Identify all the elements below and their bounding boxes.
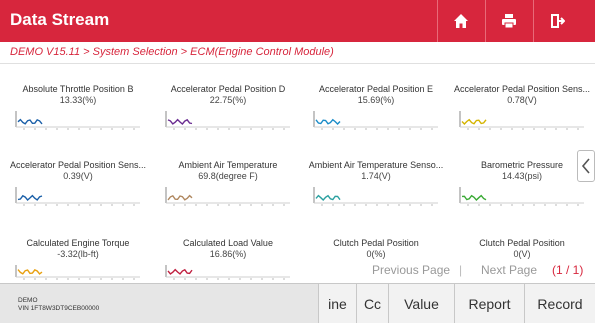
compare-button[interactable]: Cc — [356, 284, 388, 323]
tile-name: Ambient Air Temperature — [178, 160, 278, 170]
graph-trace — [315, 194, 341, 202]
sparkline-graph — [165, 265, 290, 280]
tile-value: 69.8(degree F) — [198, 171, 258, 181]
breadcrumb: DEMO V15.11 > System Selection > ECM(Eng… — [0, 42, 595, 64]
sparkline-graph — [15, 187, 140, 206]
bottom-toolbar: DEMO VIN 1FT8W3DT9CEB00000 ine Cc Value … — [0, 283, 595, 323]
tile-name: Barometric Pressure — [480, 160, 564, 170]
vehicle-make: DEMO — [18, 297, 38, 304]
data-tile[interactable]: Barometric Pressure 14.43(psi) — [452, 160, 592, 230]
chevron-left-icon — [581, 158, 590, 174]
combine-button[interactable]: ine — [318, 284, 356, 323]
data-tile[interactable]: Accelerator Pedal Position Sens... 0.39(… — [8, 160, 148, 230]
tile-value: 13.33(%) — [59, 95, 97, 105]
sparkline-graph — [313, 111, 438, 130]
sparkline-graph — [15, 265, 140, 280]
exit-button[interactable] — [533, 0, 579, 42]
tile-value: 0.78(V) — [507, 95, 537, 105]
data-tile[interactable]: Absolute Throttle Position B 13.33(%) — [8, 84, 148, 154]
tile-name: Calculated Load Value — [183, 238, 273, 248]
data-tile[interactable]: Accelerator Pedal Position E 15.69(%) — [306, 84, 446, 154]
next-page-button[interactable]: Next Page — [481, 263, 537, 277]
tile-name: Absolute Throttle Position B — [22, 84, 134, 94]
home-icon — [453, 14, 468, 28]
scroll-left-button[interactable] — [577, 150, 595, 182]
vehicle-info: DEMO VIN 1FT8W3DT9CEB00000 — [18, 297, 99, 313]
tile-name: Clutch Pedal Position — [333, 238, 419, 248]
graph-trace — [315, 118, 341, 126]
record-button[interactable]: Record — [524, 284, 595, 323]
page-divider: | — [459, 263, 463, 277]
data-tile[interactable]: Accelerator Pedal Position D 22.75(%) — [158, 84, 298, 154]
vehicle-vin: VIN 1FT8W3DT9CEB00000 — [18, 305, 100, 312]
tile-name: Accelerator Pedal Position Sens... — [453, 84, 591, 94]
graph-trace — [167, 194, 193, 201]
tile-name: Clutch Pedal Position — [479, 238, 565, 248]
tile-value: 0.39(V) — [63, 171, 93, 181]
page-title: Data Stream — [10, 10, 110, 29]
home-button[interactable] — [437, 0, 483, 42]
sparkline-graph — [165, 187, 290, 206]
tile-value: 0(%) — [366, 249, 386, 259]
graph-trace — [167, 268, 193, 275]
sparkline-graph — [15, 111, 140, 130]
tile-name: Accelerator Pedal Position Sens... — [9, 160, 147, 170]
graph-trace — [461, 194, 487, 202]
value-button[interactable]: Value — [388, 284, 454, 323]
graph-trace — [167, 118, 193, 125]
exit-icon — [550, 14, 565, 28]
tile-name: Calculated Engine Torque — [26, 238, 130, 248]
print-icon — [501, 14, 516, 29]
tile-name: Ambient Air Temperature Senso... — [308, 160, 444, 170]
breadcrumb-text: DEMO V15.11 > System Selection > ECM(Eng… — [10, 46, 334, 58]
graph-trace — [17, 118, 43, 125]
sparkline-graph — [165, 111, 290, 130]
data-tile[interactable]: Accelerator Pedal Position Sens... 0.78(… — [452, 84, 592, 154]
tile-name: Accelerator Pedal Position D — [170, 84, 286, 94]
report-button[interactable]: Report — [454, 284, 524, 323]
data-tile[interactable]: Ambient Air Temperature 69.8(degree F) — [158, 160, 298, 230]
tile-value: 0(V) — [513, 249, 531, 259]
title-bar: Data Stream — [0, 0, 595, 42]
graph-trace — [17, 194, 43, 202]
sparkline-graph — [313, 187, 438, 206]
tile-value: 1.74(V) — [361, 171, 391, 181]
previous-page-button[interactable]: Previous Page — [372, 263, 450, 277]
tile-value: 14.43(psi) — [501, 171, 543, 181]
data-tile[interactable]: Calculated Engine Torque -3.32(lb-ft) — [8, 238, 148, 283]
graph-trace — [17, 269, 43, 275]
sparkline-graph — [459, 187, 584, 206]
page-count: (1 / 1) — [552, 263, 584, 277]
data-tile[interactable]: Calculated Load Value 16.86(%) — [158, 238, 298, 283]
tile-name: Accelerator Pedal Position E — [318, 84, 434, 94]
graph-trace — [461, 118, 487, 126]
sparkline-graph — [459, 111, 584, 130]
tile-value: 15.69(%) — [357, 95, 395, 105]
tile-value: -3.32(lb-ft) — [57, 249, 99, 259]
tile-value: 16.86(%) — [209, 249, 247, 259]
print-button[interactable] — [485, 0, 531, 42]
tile-value: 22.75(%) — [209, 95, 247, 105]
data-tile[interactable]: Ambient Air Temperature Senso... 1.74(V) — [306, 160, 446, 230]
